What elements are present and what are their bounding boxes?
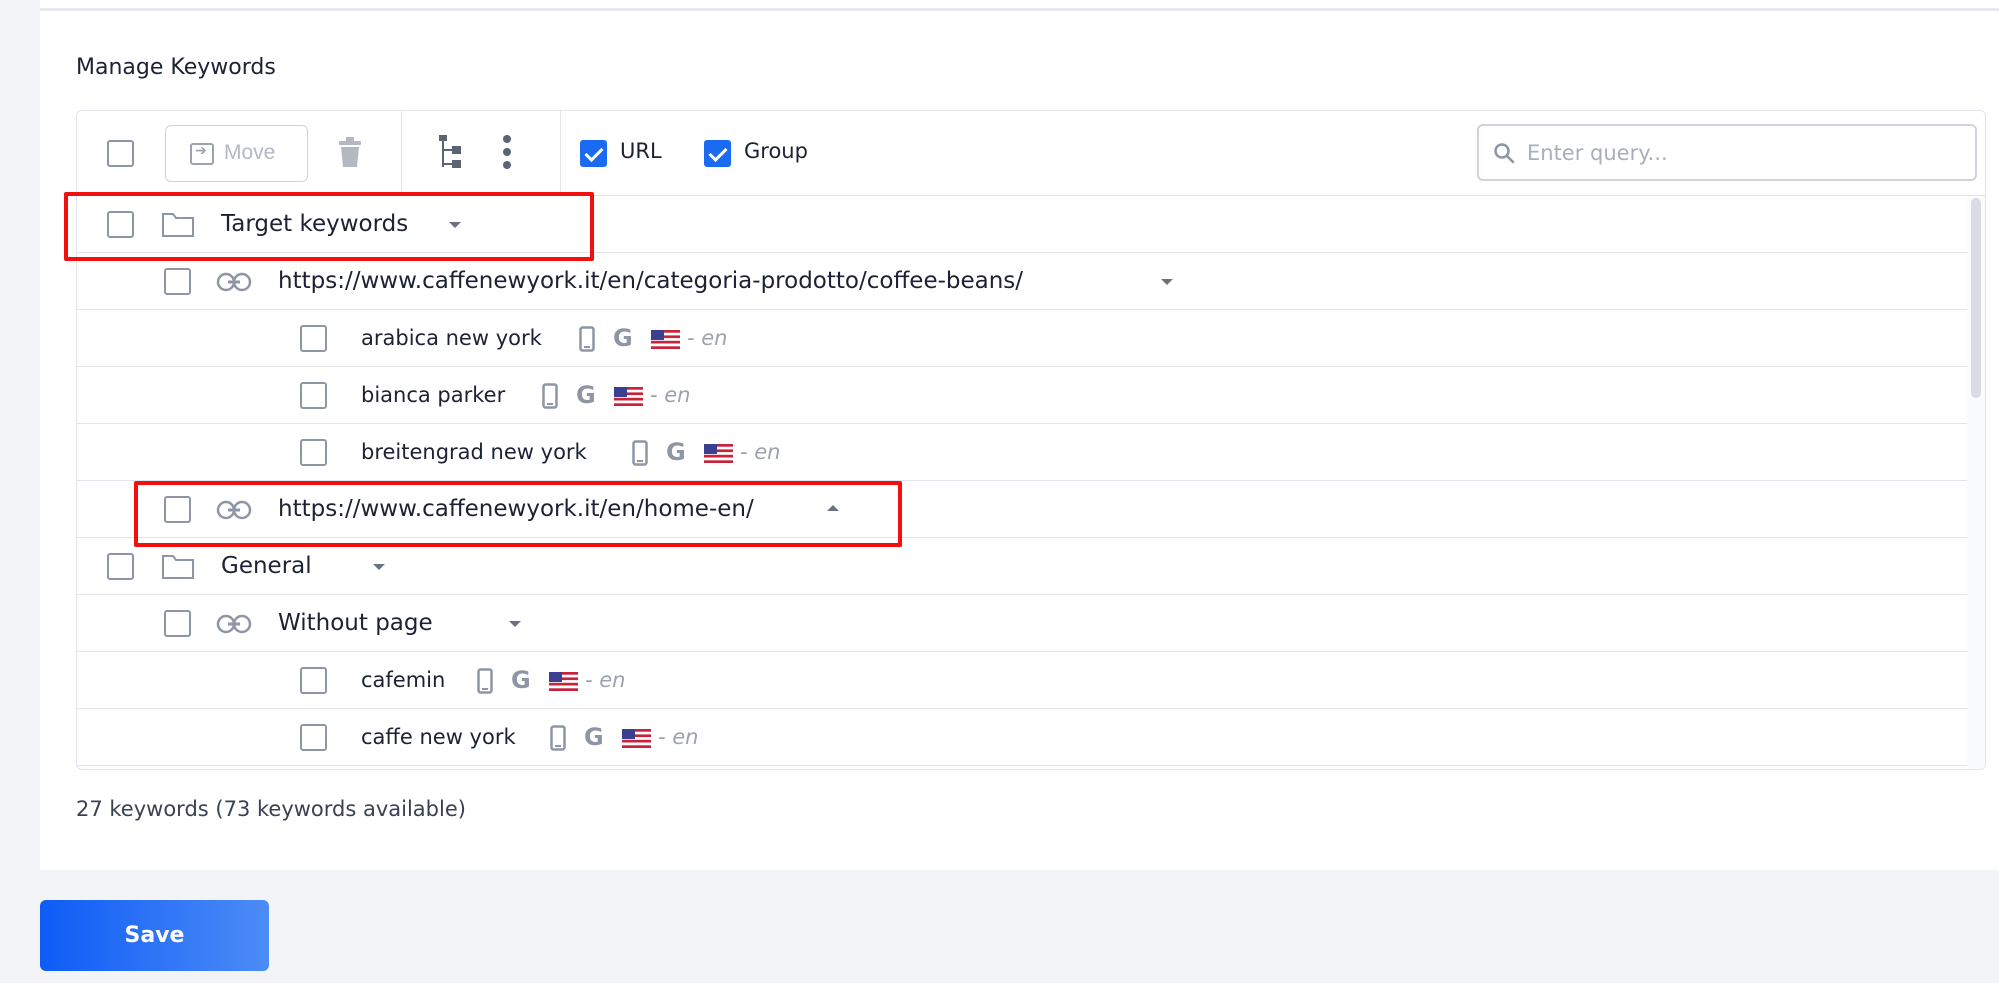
language-label: - en xyxy=(687,326,728,350)
mobile-device-icon xyxy=(579,326,595,352)
caret-down-icon[interactable] xyxy=(373,564,385,570)
us-flag-icon xyxy=(614,387,643,406)
group-label: General xyxy=(221,553,312,579)
keyword-label: bianca parker xyxy=(361,383,506,407)
trash-icon[interactable] xyxy=(339,137,361,167)
keyword-row[interactable]: bianca parker G - en xyxy=(77,367,1967,424)
row-checkbox[interactable] xyxy=(164,610,191,637)
divider xyxy=(40,8,1999,11)
page-url-label: Without page xyxy=(278,610,433,636)
search-box xyxy=(1477,124,1977,181)
toolbar-separator xyxy=(560,111,561,196)
row-checkbox[interactable] xyxy=(300,439,327,466)
search-icon xyxy=(1494,143,1515,164)
google-icon: G xyxy=(666,438,686,466)
link-icon xyxy=(216,614,252,634)
caret-down-icon[interactable] xyxy=(1161,279,1173,285)
keyword-row[interactable]: cafemin G - en xyxy=(77,652,1967,709)
row-checkbox[interactable] xyxy=(300,667,327,694)
select-all-checkbox[interactable] xyxy=(107,140,134,167)
highlight-box xyxy=(64,192,594,261)
url-checkbox[interactable] xyxy=(580,140,607,167)
tree-view-icon[interactable] xyxy=(437,135,463,169)
us-flag-icon xyxy=(651,330,680,349)
row-checkbox[interactable] xyxy=(300,724,327,751)
us-flag-icon xyxy=(549,672,578,691)
keyword-row[interactable]: arabica new york G - en xyxy=(77,310,1967,367)
page-url-label: https://www.caffenewyork.it/en/categoria… xyxy=(278,268,1024,294)
keyword-label: arabica new york xyxy=(361,326,542,350)
keyword-row[interactable]: breitengrad new york G - en xyxy=(77,424,1967,481)
url-label: URL xyxy=(620,139,662,163)
language-label: - en xyxy=(658,725,699,749)
row-checkbox[interactable] xyxy=(107,553,134,580)
mobile-device-icon xyxy=(632,440,648,466)
mobile-device-icon xyxy=(477,668,493,694)
keyword-count: 27 keywords (73 keywords available) xyxy=(76,797,466,821)
highlight-box xyxy=(134,481,902,547)
google-icon: G xyxy=(584,723,604,751)
caret-down-icon[interactable] xyxy=(509,621,521,627)
google-icon: G xyxy=(613,324,633,352)
language-label: - en xyxy=(585,668,626,692)
page-row[interactable]: https://www.caffenewyork.it/en/categoria… xyxy=(77,253,1967,310)
toolbar-separator xyxy=(401,111,402,196)
more-options-icon[interactable] xyxy=(501,135,513,169)
us-flag-icon xyxy=(622,729,651,748)
folder-icon xyxy=(162,555,194,579)
search-input[interactable] xyxy=(1527,136,1957,170)
mobile-device-icon xyxy=(542,383,558,409)
mobile-device-icon xyxy=(550,725,566,751)
move-icon xyxy=(190,142,214,165)
toolbar: Move URL xyxy=(77,111,1985,196)
us-flag-icon xyxy=(704,444,733,463)
language-label: - en xyxy=(650,383,691,407)
page-row[interactable]: Without page xyxy=(77,595,1967,652)
scrollbar-thumb[interactable] xyxy=(1971,198,1981,398)
move-label: Move xyxy=(224,141,276,164)
row-checkbox[interactable] xyxy=(300,325,327,352)
google-icon: G xyxy=(576,381,596,409)
scrollbar[interactable] xyxy=(1967,196,1985,769)
keyword-label: cafemin xyxy=(361,668,446,692)
keyword-label: caffe new york xyxy=(361,725,516,749)
manage-keywords-card: Manage Keywords Move xyxy=(40,0,1999,870)
group-checkbox[interactable] xyxy=(704,140,731,167)
section-title: Manage Keywords xyxy=(76,55,276,80)
keyword-label: breitengrad new york xyxy=(361,440,587,464)
row-checkbox[interactable] xyxy=(164,268,191,295)
save-button[interactable]: Save xyxy=(40,900,269,971)
move-button[interactable]: Move xyxy=(165,125,308,182)
keyword-row[interactable]: caffe new york G - en xyxy=(77,709,1967,766)
row-checkbox[interactable] xyxy=(300,382,327,409)
language-label: - en xyxy=(740,440,781,464)
link-icon xyxy=(216,272,252,292)
google-icon: G xyxy=(511,666,531,694)
group-label: Group xyxy=(744,139,808,163)
